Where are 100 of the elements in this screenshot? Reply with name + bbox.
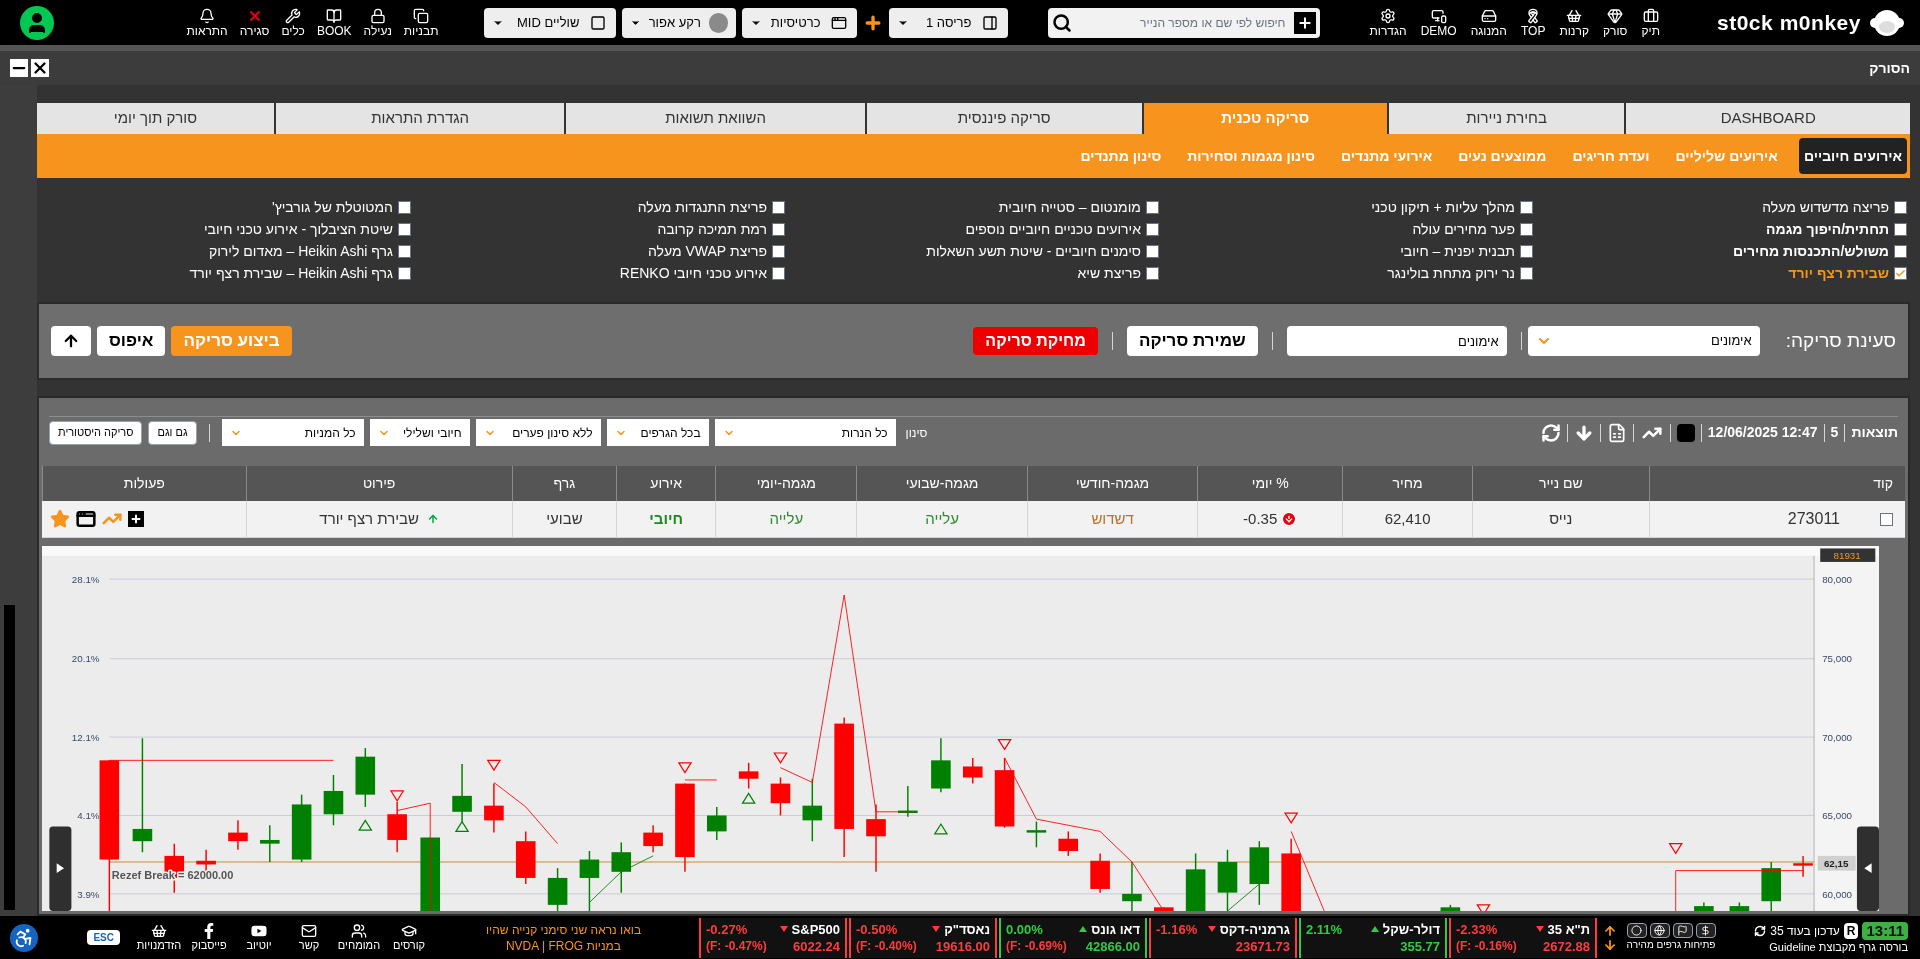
footer-link[interactable]: יוטיוב	[238, 923, 280, 952]
footer-link[interactable]: הזדמנויות	[138, 923, 180, 952]
option-label[interactable]: רמת תמיכה קרובה	[657, 218, 767, 240]
filter-button[interactable]: סריקה היסטורית	[49, 420, 143, 445]
accessibility-icon[interactable]	[10, 923, 38, 952]
star-icon[interactable]	[50, 509, 70, 529]
checkbox[interactable]	[1894, 266, 1907, 280]
footer-link[interactable]: פייסבוק	[188, 923, 230, 952]
nav-item[interactable]: תיק	[1641, 7, 1660, 38]
checkbox[interactable]	[1146, 222, 1159, 236]
scroll-right-handle[interactable]	[49, 826, 72, 911]
nav-item[interactable]: TOP	[1521, 7, 1546, 38]
option-label[interactable]: שיטת הציבלוך - אירוע טכני חיובי	[203, 218, 393, 240]
option-label[interactable]: פריצה מדשדוש מעלה	[1762, 196, 1889, 218]
option-label[interactable]: מהלך עליות + תיקון טכני	[1371, 196, 1515, 218]
sub-tab[interactable]: אירועים חיוביים	[1798, 138, 1907, 174]
option-label[interactable]: גרף Heikin Ashi – שבירת רצף יורד	[189, 262, 393, 284]
option-label[interactable]: פריצת שיא	[1077, 262, 1141, 284]
toolbar-item[interactable]: נעילה	[363, 7, 392, 38]
checkbox[interactable]	[1520, 244, 1533, 258]
option-label[interactable]: נר ירוק מתחת בולינגר	[1387, 262, 1515, 284]
minimize-icon[interactable]	[10, 59, 28, 77]
option-label[interactable]: המטוטלת של גורביץ'	[272, 196, 393, 218]
footer-link[interactable]: המומחים	[338, 923, 380, 952]
quick-open-button[interactable]	[1672, 923, 1693, 938]
checkbox[interactable]	[772, 222, 785, 236]
filter-dropdown[interactable]: כל המניות	[221, 419, 364, 446]
dropdown[interactable]: כרטיסיות	[741, 7, 857, 38]
save-button[interactable]: שמירת סריקה	[1126, 326, 1258, 356]
checkbox[interactable]	[1146, 266, 1159, 280]
nav-item[interactable]: המנוגה	[1470, 7, 1507, 38]
add-icon[interactable]	[128, 511, 144, 527]
avatar[interactable]	[20, 5, 54, 40]
checkbox[interactable]	[1880, 512, 1893, 526]
option-label[interactable]: פריצת VWAP מעלה	[647, 240, 767, 262]
option-label[interactable]: תבנית יפנית – חיובי	[1400, 240, 1515, 262]
toolbar-item[interactable]: סגירה	[239, 7, 270, 38]
delete-button[interactable]: מחיקת סריקה	[973, 327, 1098, 355]
tab[interactable]: DASHBOARD	[1626, 103, 1910, 134]
tab[interactable]: בחירת ניירות	[1388, 103, 1625, 134]
quick-open-button[interactable]	[1626, 923, 1647, 938]
tab[interactable]: השוואת תשואות	[566, 103, 865, 134]
option-label[interactable]: פער מחירים עולה	[1412, 218, 1515, 240]
color-swatch[interactable]	[1676, 423, 1695, 442]
option-label[interactable]: משולש/התכנסות מחירים	[1732, 240, 1889, 262]
promo-text[interactable]: בואו נראה שני סימני קנייה שהיו	[485, 921, 642, 938]
toolbar-item[interactable]: BOOK	[316, 7, 352, 38]
filter-dropdown[interactable]: כל הנרות	[714, 419, 896, 446]
checkbox[interactable]	[1894, 244, 1907, 258]
filter-button[interactable]: גם וגם	[148, 420, 197, 445]
refresh-icon[interactable]	[1754, 924, 1767, 937]
option-label[interactable]: שבירת רצף יורד	[1788, 262, 1889, 284]
scan-dropdown[interactable]: אימונים	[1527, 326, 1760, 356]
quick-open-button[interactable]	[1695, 923, 1716, 938]
toolbar-item[interactable]: תבניות	[403, 7, 439, 38]
option-label[interactable]: פריצת התנגדות מעלה	[637, 196, 767, 218]
checkbox[interactable]	[772, 200, 785, 214]
checkbox[interactable]	[772, 266, 785, 280]
checkbox[interactable]	[398, 266, 411, 280]
dropdown[interactable]: שוליים MID	[483, 7, 616, 38]
checkbox[interactable]	[398, 222, 411, 236]
search-field[interactable]: חיפוש לפי שם או מספר הנייר	[1079, 9, 1286, 36]
filter-dropdown[interactable]: חיובי ושלילי	[369, 419, 470, 446]
footer-link[interactable]: קשר	[288, 923, 330, 952]
option-label[interactable]: מומנטום – סטייה חיובית	[998, 196, 1141, 218]
checkbox[interactable]	[1894, 222, 1907, 236]
search-bar[interactable]: חיפוש לפי שם או מספר הנייר	[1047, 7, 1320, 38]
down-arrow-icon[interactable]	[1603, 937, 1617, 952]
filter-dropdown[interactable]: בכל הגרפים	[606, 419, 709, 446]
reset-button[interactable]: איפוס	[97, 326, 166, 356]
checkbox[interactable]	[398, 244, 411, 258]
add-icon[interactable]	[1293, 11, 1316, 34]
nav-item[interactable]: הגדרות	[1369, 7, 1407, 38]
nav-item[interactable]: סורק	[1603, 7, 1628, 38]
footer-link[interactable]: קורסים	[388, 923, 430, 952]
esc-button[interactable]: ESC	[87, 930, 120, 945]
upload-icon[interactable]	[51, 326, 91, 356]
checkbox[interactable]	[1520, 266, 1533, 280]
checkbox[interactable]	[398, 200, 411, 214]
dropdown[interactable]: פריסה 1	[888, 7, 1008, 38]
scan-name-field[interactable]: אימונים	[1286, 326, 1507, 356]
filter-dropdown[interactable]: ללא סינון פערים	[475, 419, 601, 446]
checkbox[interactable]	[1146, 244, 1159, 258]
window-icon[interactable]	[76, 509, 96, 529]
nav-item[interactable]: קרנות	[1559, 7, 1589, 38]
checkbox[interactable]	[1146, 200, 1159, 214]
promo-text[interactable]: במניות NVDA | FROG	[505, 937, 622, 954]
checkbox[interactable]	[1520, 222, 1533, 236]
close-icon[interactable]	[31, 59, 49, 77]
dropdown[interactable]: רקע אפור	[621, 7, 736, 38]
toolbar-item[interactable]: התראות	[186, 7, 228, 38]
option-label[interactable]: תחתית/היפוך מגמה	[1766, 218, 1889, 240]
up-arrow-icon[interactable]	[1603, 923, 1617, 938]
toolbar-item[interactable]: כלים	[281, 7, 305, 38]
checkbox[interactable]	[1520, 200, 1533, 214]
nav-item[interactable]: DEMO	[1420, 7, 1457, 38]
tab[interactable]: סריקה פיננסית	[866, 103, 1142, 134]
tab[interactable]: סורק תוך יומי	[37, 103, 274, 134]
option-label[interactable]: גרף Heikin Ashi – מאדום לירוק	[208, 240, 393, 262]
tab[interactable]: הגדרת התראות	[275, 103, 565, 134]
